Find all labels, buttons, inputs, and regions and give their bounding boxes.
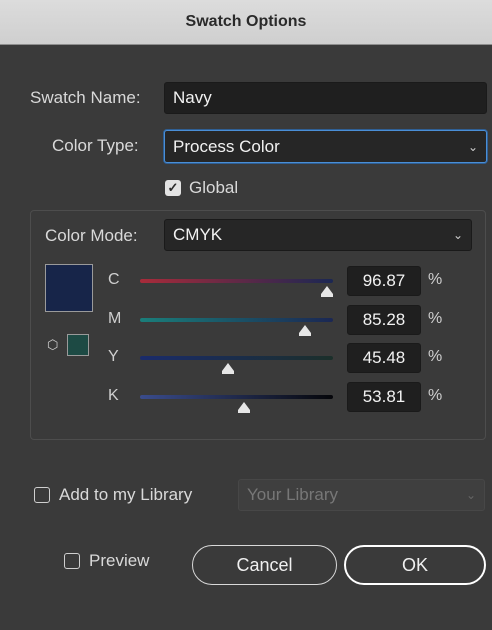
slider-thumb-m[interactable] (298, 325, 311, 336)
chevron-down-icon: ⌄ (465, 488, 476, 502)
add-to-library-row[interactable]: Add to my Library (34, 485, 192, 505)
channel-letter-m: M (108, 310, 122, 327)
title-bar: Swatch Options (0, 0, 492, 45)
swatch-name-field[interactable]: Navy (164, 82, 487, 114)
global-checkbox-row[interactable]: ✓ Global (165, 178, 238, 198)
slider-track-k[interactable] (140, 395, 333, 399)
channel-letter-k: K (108, 387, 119, 404)
cancel-button[interactable]: Cancel (192, 545, 337, 585)
percent-unit: % (428, 348, 443, 365)
percent-unit: % (428, 310, 443, 327)
add-to-library-checkbox[interactable] (34, 487, 50, 503)
color-swatch-preview (45, 264, 93, 312)
library-select[interactable]: Your Library ⌄ (238, 479, 485, 511)
slider-track-c[interactable] (140, 279, 333, 283)
out-of-web-color-icon[interactable]: ⬡ (47, 337, 58, 353)
color-type-select[interactable]: Process Color ⌄ (164, 130, 487, 163)
slider-thumb-c[interactable] (320, 286, 333, 297)
window-title: Swatch Options (185, 13, 307, 30)
slider-thumb-k[interactable] (237, 402, 250, 413)
percent-unit: % (428, 387, 443, 404)
color-type-label: Color Type: (52, 136, 139, 155)
color-type-value: Process Color (173, 136, 280, 156)
color-mode-select[interactable]: CMYK ⌄ (164, 219, 472, 251)
color-mode-value: CMYK (173, 225, 223, 244)
percent-unit: % (428, 271, 443, 288)
slider-track-y[interactable] (140, 356, 333, 360)
swatch-name-value: Navy (173, 88, 212, 107)
channel-value-k[interactable]: 53.81 (347, 382, 421, 412)
color-mode-label: Color Mode: (45, 226, 138, 245)
web-safe-color-swatch[interactable] (67, 334, 89, 356)
add-to-library-label: Add to my Library (59, 485, 193, 504)
channel-value-m[interactable]: 85.28 (347, 305, 421, 335)
slider-track-m[interactable] (140, 318, 333, 322)
channel-value-c[interactable]: 96.87 (347, 266, 421, 296)
slider-thumb-y[interactable] (221, 363, 234, 374)
channel-letter-c: C (108, 271, 120, 288)
chevron-down-icon: ⌄ (467, 139, 478, 154)
preview-label: Preview (89, 551, 150, 570)
chevron-down-icon: ⌄ (452, 228, 463, 242)
preview-checkbox[interactable] (64, 553, 80, 569)
library-select-placeholder: Your Library (247, 485, 339, 504)
swatch-name-label: Swatch Name: (30, 88, 141, 107)
channel-value-y[interactable]: 45.48 (347, 343, 421, 373)
channel-letter-y: Y (108, 348, 119, 365)
global-checkbox[interactable]: ✓ (165, 180, 181, 196)
global-label: Global (189, 178, 239, 197)
preview-row[interactable]: Preview (64, 551, 149, 571)
ok-button[interactable]: OK (344, 545, 486, 585)
